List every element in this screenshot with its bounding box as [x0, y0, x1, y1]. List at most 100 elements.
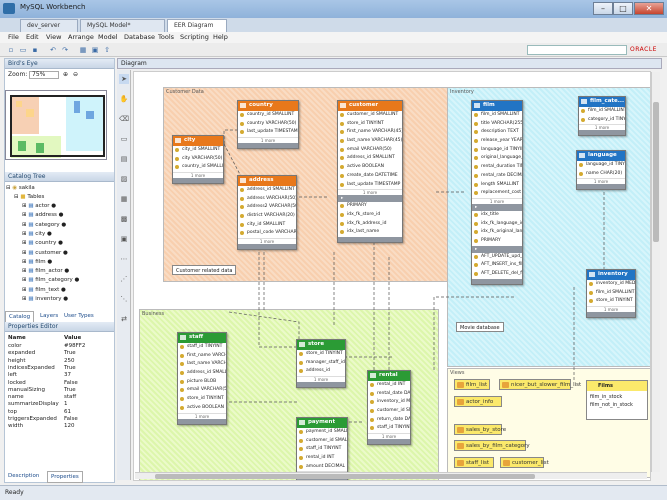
save-icon[interactable]: ▪	[30, 45, 40, 55]
rel-n-m-icon[interactable]: ⋱	[119, 294, 129, 304]
view-film-list[interactable]: film_list	[454, 379, 490, 390]
table-language[interactable]: languagelanguage_id TINYINTname CHAR(20)…	[576, 150, 626, 191]
tree-table-film_text[interactable]: ⊞ ▦ film_text ●	[22, 286, 66, 294]
note-customer[interactable]: Customer related data	[172, 265, 237, 275]
property-row[interactable]: summarizeDisplay 1	[6, 401, 110, 408]
rel-1-n-icon[interactable]: ⋰	[119, 274, 129, 284]
view-staff-list[interactable]: staff_list	[454, 457, 494, 468]
view-actor-info[interactable]: actor_info	[454, 396, 502, 407]
tree-schema[interactable]: ⊟ ◉ sakila	[6, 184, 35, 192]
table-customer[interactable]: customer customer_id SMALLINT store_id TIN…	[337, 100, 403, 243]
tab-layers[interactable]: Layers	[37, 311, 61, 321]
menu-help[interactable]: Help	[213, 32, 228, 43]
routine-group-films[interactable]: Films film_in_stock film_not_in_stock	[586, 380, 648, 420]
minimize-button[interactable]: –	[593, 2, 613, 15]
menu-database[interactable]: Database	[124, 32, 155, 43]
property-row[interactable]: manualSizing True	[6, 387, 110, 394]
view-customer-list[interactable]: customer_list	[500, 457, 549, 468]
table-column: length SMALLINT	[472, 181, 522, 190]
maximize-button[interactable]: □	[613, 2, 633, 15]
zoom-in-icon[interactable]: ⊕	[63, 69, 68, 81]
menu-tools[interactable]: Tools	[158, 32, 174, 43]
tree-table-category[interactable]: ⊞ ▦ category ●	[22, 221, 66, 229]
search-input[interactable]	[527, 45, 627, 55]
align-icon[interactable]: ▣	[90, 45, 100, 55]
layer-icon[interactable]: ▭	[119, 134, 129, 144]
tab-eer-diagram[interactable]: EER Diagram	[167, 19, 227, 32]
table-column: rental_id INT	[368, 381, 410, 390]
property-row[interactable]: color #98FF2	[6, 343, 110, 350]
tab-catalog[interactable]: Catalog	[5, 311, 35, 322]
eraser-icon[interactable]: ⌫	[119, 114, 129, 124]
table-city[interactable]: city city_id SMALLINT city VARCHAR(50) coun…	[172, 135, 224, 185]
tree-table-city[interactable]: ⊞ ▦ city ●	[22, 230, 52, 238]
menu-edit[interactable]: Edit	[26, 32, 39, 43]
table-inventory[interactable]: inventoryinventory_id MEDIUMINTfilm_id S…	[586, 269, 636, 319]
tree-table-film[interactable]: ⊞ ▦ film ●	[22, 258, 52, 266]
undo-icon[interactable]: ↶	[48, 45, 58, 55]
table-column: address_id SMALLINT	[338, 154, 402, 163]
table-film[interactable]: film film_id SMALLINT title VARCHAR(255) de…	[471, 100, 523, 285]
property-row[interactable]: triggersExpanded False	[6, 416, 110, 423]
property-row[interactable]: name staff	[6, 394, 110, 401]
tree-table-film_category[interactable]: ⊞ ▦ film_category ●	[22, 276, 79, 284]
property-row[interactable]: indicesExpanded True	[6, 365, 110, 372]
view-icon[interactable]: ▩	[119, 214, 129, 224]
property-row[interactable]: height 250	[6, 358, 110, 365]
tree-table-inventory[interactable]: ⊞ ▦ inventory ●	[22, 295, 68, 303]
grid-icon[interactable]: ▦	[78, 45, 88, 55]
note-movie[interactable]: Movie database	[456, 322, 504, 332]
pointer-icon[interactable]: ➤	[119, 74, 129, 84]
export-icon[interactable]: ⇧	[102, 45, 112, 55]
image-icon[interactable]: ▨	[119, 174, 129, 184]
menu-arrange[interactable]: Arrange	[68, 32, 94, 43]
rel-1-1-icon[interactable]: ⋯	[119, 254, 129, 264]
table-rental[interactable]: rentalrental_id INTrental_date DATETIMEi…	[367, 370, 411, 446]
property-row[interactable]: top 61	[6, 409, 110, 416]
redo-icon[interactable]: ↷	[60, 45, 70, 55]
properties-header: Properties Editor	[5, 322, 114, 332]
note-icon[interactable]: ▤	[119, 154, 129, 164]
table-film-category[interactable]: film_cate... film_id SMALLINT category_id …	[578, 96, 626, 137]
table-icon[interactable]: ▦	[119, 194, 129, 204]
zoom-out-icon[interactable]: ⊖	[73, 69, 78, 81]
birdseye-preview[interactable]	[5, 90, 107, 160]
tab-properties[interactable]: Properties	[47, 471, 83, 483]
table-store[interactable]: store store_id TINYINT manager_staff_id add…	[296, 339, 346, 389]
close-button[interactable]: ✕	[634, 2, 664, 15]
table-country[interactable]: country country_id SMALLINT country VARCHA…	[237, 100, 299, 150]
routine-icon[interactable]: ▣	[119, 234, 129, 244]
horizontal-scrollbar[interactable]	[135, 472, 647, 479]
tree-tables[interactable]: ⊟ ■ Tables	[14, 193, 44, 201]
view-sales-by-store[interactable]: sales_by_store	[454, 424, 506, 435]
hand-icon[interactable]: ✋	[119, 94, 129, 104]
view-sales-by-film-category[interactable]: sales_by_film_category	[454, 440, 530, 451]
rel-existing-icon[interactable]: ⇄	[119, 314, 129, 324]
table-address[interactable]: address address_id SMALLINT address VARCHA…	[237, 175, 297, 251]
tab-description[interactable]: Description	[5, 471, 42, 481]
view-nicer-but-slower-film-list[interactable]: nicer_but_slower_film_list	[499, 379, 581, 390]
property-row[interactable]: expanded True	[6, 350, 110, 357]
menu-view[interactable]: View	[46, 32, 61, 43]
tab-user-types[interactable]: User Types	[61, 311, 97, 321]
property-row[interactable]: left 37	[6, 372, 110, 379]
diagram-canvas[interactable]: Customer Data Inventory Business Views C…	[133, 71, 651, 481]
menu-scripting[interactable]: Scripting	[180, 32, 209, 43]
tree-table-address[interactable]: ⊞ ▦ address ●	[22, 211, 63, 219]
vertical-scrollbar[interactable]	[651, 72, 660, 472]
new-file-icon[interactable]: ▫	[6, 45, 16, 55]
zoom-select[interactable]: 75%	[29, 71, 59, 79]
table-column: country VARCHAR(50)	[238, 120, 298, 129]
table-staff[interactable]: staffstaff_id TINYINTfirst_name VARCHARl…	[177, 332, 227, 425]
menu-model[interactable]: Model	[98, 32, 118, 43]
tree-table-customer[interactable]: ⊞ ▦ customer ●	[22, 249, 68, 257]
tree-table-actor[interactable]: ⊞ ▦ actor ●	[22, 202, 56, 210]
property-row[interactable]: locked False	[6, 380, 110, 387]
property-row[interactable]: width 120	[6, 423, 110, 430]
tree-table-country[interactable]: ⊞ ▦ country ●	[22, 239, 63, 247]
tree-table-film_actor[interactable]: ⊞ ▦ film_actor ●	[22, 267, 69, 275]
tab-dev-server[interactable]: dev_server	[20, 19, 78, 32]
menu-file[interactable]: File	[8, 32, 19, 43]
open-folder-icon[interactable]: ▭	[18, 45, 28, 55]
tab-model[interactable]: MySQL Model* (sakila.mwb)	[80, 19, 165, 41]
